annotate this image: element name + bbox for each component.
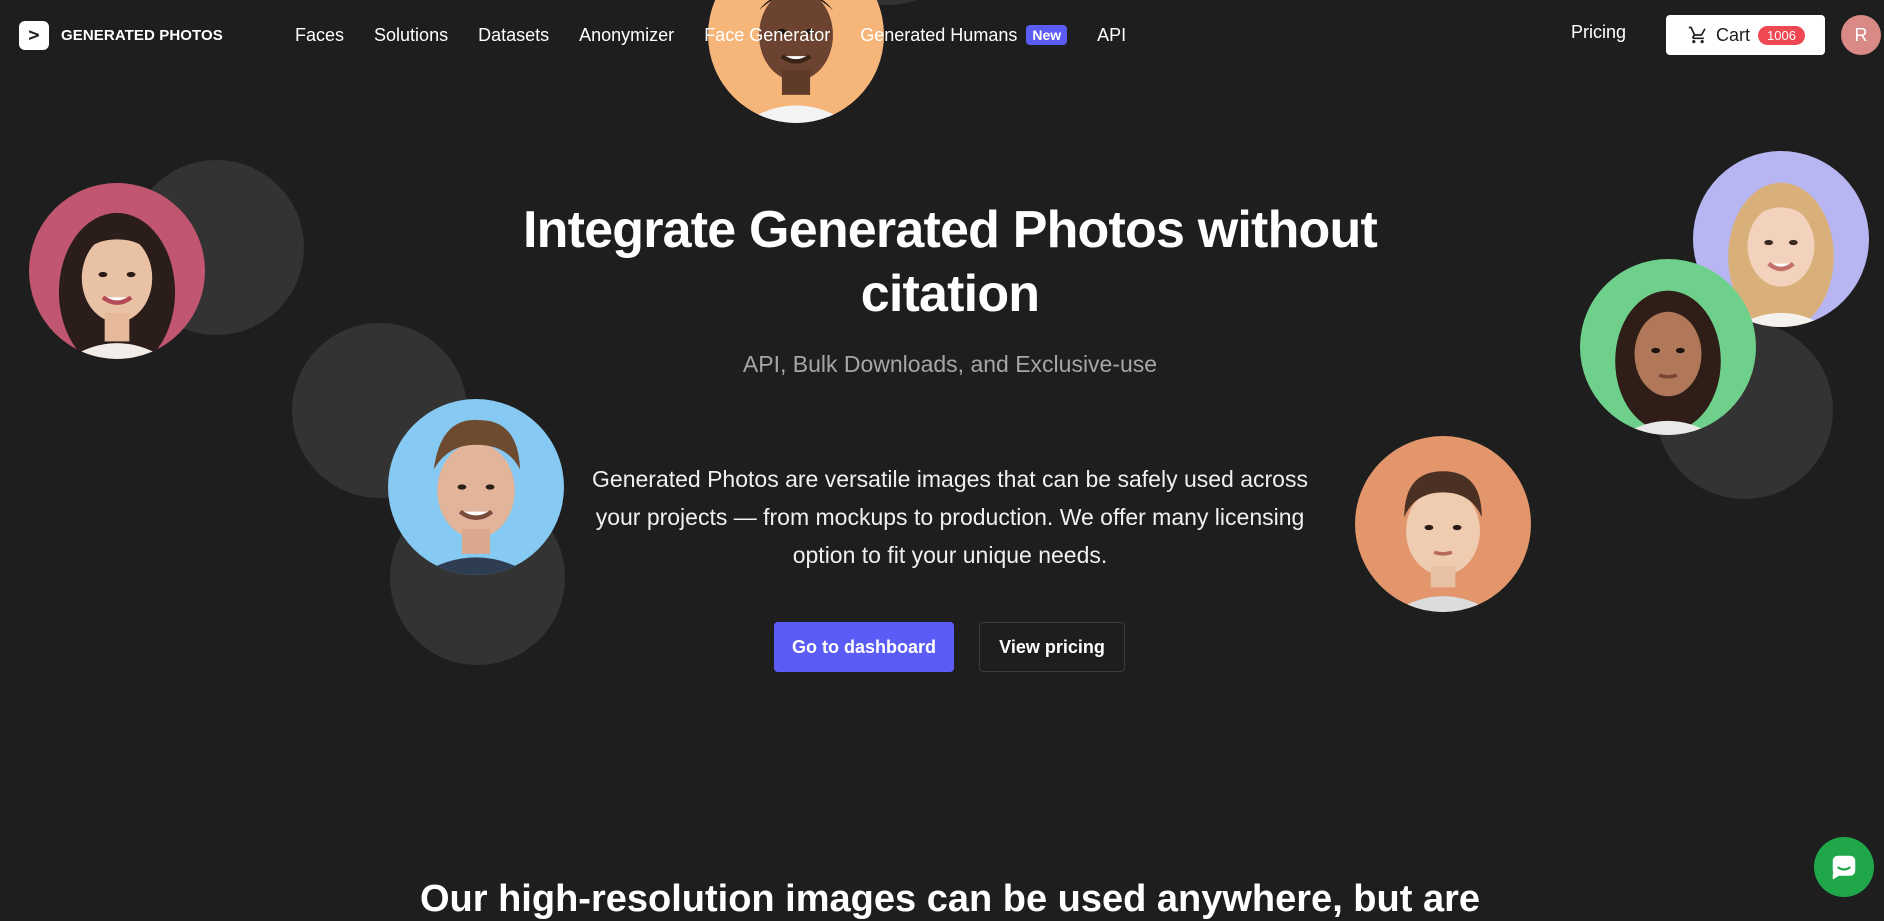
view-pricing-button[interactable]: View pricing [979,622,1125,672]
new-badge: New [1026,25,1068,45]
nav-pricing[interactable]: Pricing [1571,22,1626,43]
face-portrait [1580,259,1756,435]
face-portrait [29,183,205,359]
face-photo-child-peach [1355,436,1531,612]
face-photo-woman-pink [29,183,205,359]
cart-count-badge: 1006 [1758,25,1805,45]
section-heading: Our high-resolution images can be used a… [419,878,1480,920]
chat-icon [1832,855,1856,880]
top-navigation: > GENERATED PHOTOS Faces Solutions Datas… [0,0,1884,70]
face-portrait [388,399,564,575]
hero-description: Generated Photos are versatile images th… [592,466,1308,568]
face-photo-man-blue [388,399,564,575]
hero-subtitle: API, Bulk Downloads, and Exclusive-use [742,351,1158,377]
main-nav: Faces Solutions Datasets Anonymizer Face… [295,20,1156,50]
nav-face-generator[interactable]: Face Generator [704,25,830,46]
face-photo-girl-green [1580,259,1756,435]
nav-datasets[interactable]: Datasets [478,25,549,46]
logo-icon: > [19,21,49,50]
logo[interactable]: > GENERATED PHOTOS [19,21,223,50]
nav-api[interactable]: API [1097,25,1126,46]
nav-faces[interactable]: Faces [295,25,344,46]
cart-label: Cart [1716,24,1751,45]
user-avatar[interactable]: R [1841,15,1881,55]
cart-button[interactable]: Cart 1006 [1666,15,1825,55]
nav-anonymizer[interactable]: Anonymizer [579,25,674,46]
face-portrait [1355,436,1531,612]
page: > GENERATED PHOTOS Faces Solutions Datas… [0,0,1884,921]
hero-title: Integrate Generated Photos without citat… [523,201,1378,323]
nav-solutions[interactable]: Solutions [374,25,448,46]
go-to-dashboard-button[interactable]: Go to dashboard [774,622,954,672]
cart-icon [1688,26,1706,44]
logo-text: GENERATED PHOTOS [61,27,223,44]
chat-button[interactable] [1814,837,1874,897]
nav-generated-humans[interactable]: Generated Humans New [860,24,1068,46]
nav-generated-humans-label: Generated Humans [860,24,1018,45]
